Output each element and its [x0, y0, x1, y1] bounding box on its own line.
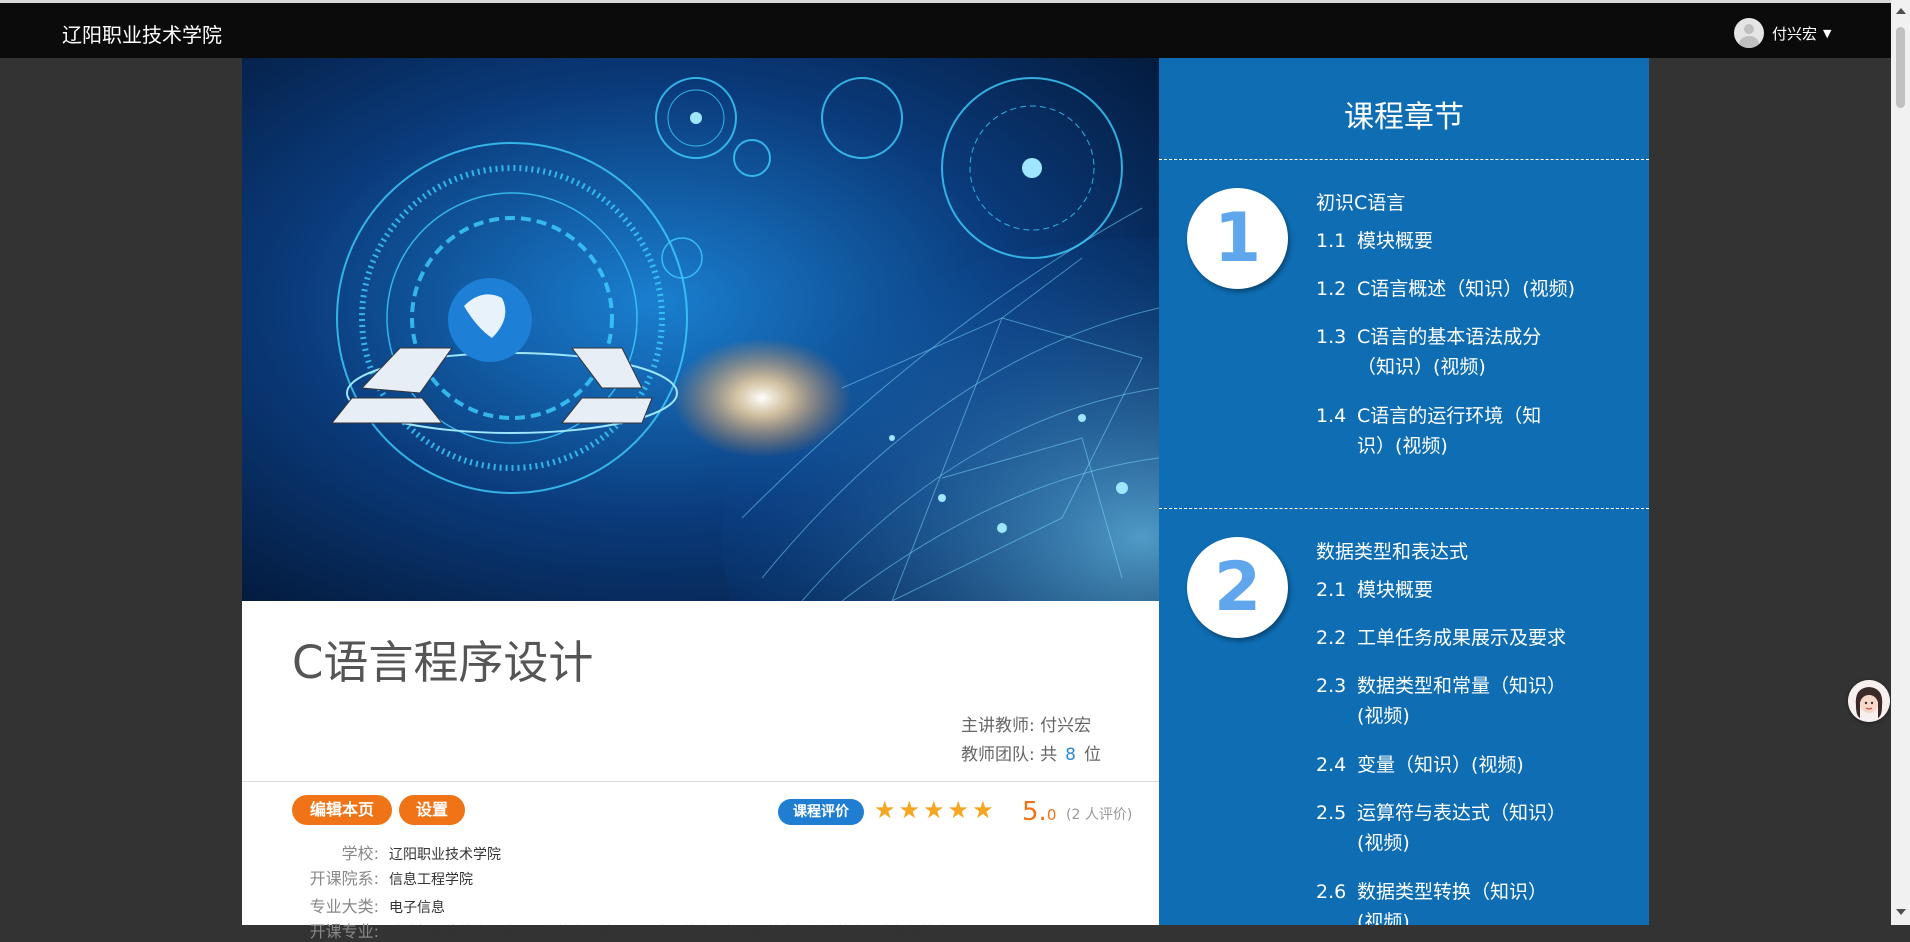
lesson-item[interactable]: 2.3 数据类型和常量（知识） (视频) [1316, 671, 1597, 731]
info-label: 学校: [341, 844, 379, 863]
assistant-avatar-button[interactable] [1848, 680, 1890, 722]
rating-score: 5.0 [1022, 797, 1056, 827]
chevron-down-icon[interactable]: ▼ [1823, 27, 1831, 40]
user-avatar[interactable] [1734, 18, 1764, 48]
chapter-separator [1159, 159, 1649, 160]
course-main-panel: C语言程序设计 主讲教师: 付兴宏 教师团队: 共8位 编辑本页 设置 课程评价… [242, 58, 1159, 941]
scrollbar-thumb[interactable] [1896, 27, 1905, 108]
settings-button[interactable]: 设置 [399, 795, 465, 825]
lesson-item[interactable]: 2.6 数据类型转换（知识） (视频) [1316, 877, 1597, 925]
lesson-title: C语言的运行环境（知 [1357, 405, 1542, 427]
lesson-number: 2.1 [1316, 579, 1347, 601]
chapter-1-number-badge: 1 [1187, 188, 1288, 289]
lesson-title-cont: (视频) [1357, 911, 1410, 925]
rating-score-decimal: 0 [1046, 806, 1057, 824]
info-label: 专业大类: [309, 897, 379, 916]
rating-count: (2 人评价) [1066, 807, 1133, 823]
course-title: C语言程序设计 [292, 636, 594, 689]
lesson-number: 2.4 [1316, 754, 1347, 776]
lead-teacher-row: 主讲教师: 付兴宏 [961, 712, 1101, 741]
info-label: 开课专业: [309, 922, 379, 941]
lesson-title: 模块概要 [1357, 579, 1434, 601]
vertical-scrollbar[interactable] [1891, 0, 1910, 925]
lesson-number: 1.2 [1316, 278, 1347, 300]
lesson-item[interactable]: 2.5 运算符与表达式（知识） (视频) [1316, 798, 1597, 858]
teacher-team-prefix: 共 [1040, 745, 1058, 765]
info-value: 电子信息 [389, 900, 445, 916]
lesson-title: 数据类型转换（知识） [1357, 881, 1548, 903]
lesson-title: 数据类型和常量（知识） [1357, 675, 1567, 697]
info-value: 辽阳职业技术学院 [389, 847, 501, 863]
info-value: 信息工程学院 [389, 872, 473, 888]
lesson-item[interactable]: 2.2 工单任务成果展示及要求 [1316, 623, 1597, 653]
section-divider [242, 781, 1159, 782]
lesson-item[interactable]: 2.4 变量（知识）(视频) [1316, 750, 1597, 780]
lesson-number: 2.3 [1316, 675, 1347, 697]
edit-page-button[interactable]: 编辑本页 [292, 795, 392, 825]
chapter-2-title[interactable]: 数据类型和表达式 [1316, 537, 1468, 564]
info-school: 学校: 辽阳职业技术学院 [199, 840, 501, 864]
lead-teacher-label: 主讲教师: [961, 716, 1035, 736]
lesson-title-cont: (视频) [1357, 832, 1410, 854]
lesson-number: 1.4 [1316, 405, 1347, 427]
info-major-category: 专业大类: 电子信息 [199, 893, 445, 917]
info-majors: 开课专业: 计算机网络技术、移动通信技术、移动互联应用技术、物联网技术、软件技术、… [199, 918, 949, 942]
teacher-team-label: 教师团队: [961, 745, 1035, 765]
lesson-title: C语言的基本语法成分 [1357, 326, 1542, 348]
info-label: 开课院系: [309, 869, 379, 888]
chapter-1-title[interactable]: 初识C语言 [1316, 188, 1405, 215]
top-navigation-bar: 辽阳职业技术学院 付兴宏 ▼ [0, 0, 1891, 58]
lesson-item[interactable]: 1.1 模块概要 [1316, 226, 1597, 256]
lead-teacher-name[interactable]: 付兴宏 [1040, 716, 1091, 736]
teacher-info: 主讲教师: 付兴宏 教师团队: 共8位 [961, 712, 1101, 770]
lesson-title-cont: (视频) [1357, 705, 1410, 727]
lesson-number: 2.5 [1316, 802, 1347, 824]
course-rating-button[interactable]: 课程评价 [778, 799, 864, 825]
lesson-item[interactable]: 2.1 模块概要 [1316, 575, 1597, 605]
user-name[interactable]: 付兴宏 [1772, 23, 1817, 44]
chapters-heading: 课程章节 [1344, 100, 1464, 135]
lesson-title: 运算符与表达式（知识） [1357, 802, 1567, 824]
lesson-title: 模块概要 [1357, 230, 1434, 252]
chapter-separator [1159, 508, 1649, 509]
lesson-number: 1.1 [1316, 230, 1347, 252]
assistant-face-icon [1848, 680, 1890, 722]
chapter-2-number-badge: 2 [1187, 537, 1288, 638]
lesson-title-cont: （知识）(视频) [1357, 356, 1486, 378]
teacher-team-row: 教师团队: 共8位 [961, 741, 1101, 770]
lesson-item[interactable]: 1.4 C语言的运行环境（知 识）(视频) [1316, 401, 1597, 461]
lesson-title-cont: 识）(视频) [1357, 435, 1448, 457]
info-department: 开课院系: 信息工程学院 [199, 865, 473, 889]
lesson-title: 工单任务成果展示及要求 [1357, 627, 1567, 649]
lesson-item[interactable]: 1.2 C语言概述（知识）(视频) [1316, 274, 1597, 304]
scroll-up-arrow-icon[interactable] [1896, 8, 1906, 14]
lesson-number: 1.3 [1316, 326, 1347, 348]
rating-stars: ★★★★★ [874, 796, 997, 824]
teacher-team-count[interactable]: 8 [1065, 745, 1076, 765]
banner-graphic [242, 58, 1159, 601]
school-logo-text[interactable]: 辽阳职业技术学院 [62, 19, 222, 48]
scroll-down-arrow-icon[interactable] [1896, 909, 1906, 915]
lesson-number: 2.6 [1316, 881, 1347, 903]
lesson-item[interactable]: 1.3 C语言的基本语法成分 （知识）(视频) [1316, 322, 1597, 382]
rating-score-main: 5. [1022, 797, 1047, 827]
lesson-title: C语言概述（知识）(视频) [1357, 278, 1576, 300]
info-value: 计算机网络技术、移动通信技术、移动互联应用技术、物联网技术、软件技术、大数据技术 [389, 925, 949, 941]
lesson-number: 2.2 [1316, 627, 1347, 649]
lesson-title: 变量（知识）(视频) [1357, 754, 1524, 776]
teacher-team-suffix: 位 [1084, 745, 1101, 765]
user-menu[interactable]: 付兴宏 ▼ [1734, 18, 1831, 48]
course-banner-image [242, 58, 1159, 601]
course-chapters-panel: 课程章节 1 初识C语言 1.1 模块概要 1.2 C语言概述（知识）(视频) 1.… [1159, 58, 1649, 925]
